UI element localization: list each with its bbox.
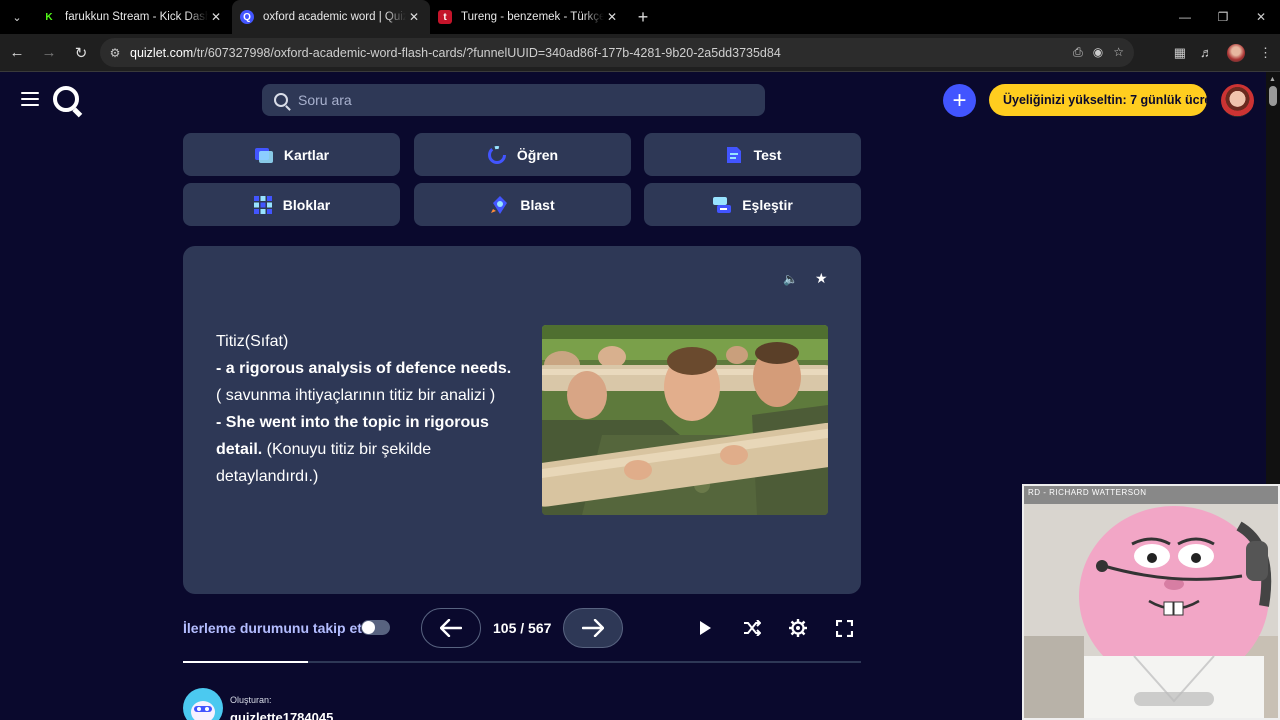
browser-tab-kick[interactable]: K farukkun Stream - Kick Dashboard ✕: [34, 0, 232, 34]
card-image: [542, 325, 828, 515]
upgrade-label: Üyeliğinizi yükseltin: 7 günlük ücretsiz…: [1003, 93, 1207, 107]
kick-favicon-icon: K: [42, 10, 56, 24]
mode-learn-button[interactable]: Öğren: [414, 133, 631, 176]
browser-tab-tureng[interactable]: t Tureng - benzemek - Türkçe İngilizce ✕: [430, 0, 628, 34]
search-bar[interactable]: [262, 84, 765, 116]
card-definition: Titiz(Sıfat) - a rigorous analysis of de…: [216, 328, 516, 490]
media-controls-icon[interactable]: ♬: [1200, 45, 1213, 60]
progress-bar: [183, 661, 861, 663]
card-term-line: Titiz(Sıfat): [216, 333, 289, 350]
mode-label: Test: [753, 146, 782, 163]
upgrade-button[interactable]: Üyeliğinizi yükseltin: 7 günlük ücretsiz…: [989, 84, 1207, 116]
bookmark-star-icon[interactable]: ☆: [1113, 45, 1124, 60]
reload-icon[interactable]: ↻: [66, 38, 96, 68]
previous-card-button[interactable]: [421, 608, 481, 648]
close-tab-icon[interactable]: ✕: [406, 10, 422, 24]
tab-title: oxford academic word | Quizlet: [263, 11, 406, 23]
webcam-caption: RD - RICHARD WATTERSON: [1028, 488, 1147, 497]
settings-button[interactable]: [787, 617, 809, 639]
progress-fill: [183, 661, 309, 663]
fullscreen-icon: [835, 619, 853, 637]
fullscreen-button[interactable]: [833, 617, 855, 639]
site-info-icon[interactable]: ⚙: [100, 46, 130, 60]
browser-toolbar: ← → ↻ ⚙ quizlet.com/tr/607327998/oxford-…: [0, 34, 1280, 72]
speaker-icon[interactable]: 🔈: [783, 272, 798, 286]
close-tab-icon[interactable]: ✕: [208, 10, 224, 24]
learn-icon: [487, 145, 506, 164]
arrow-left-icon: [440, 619, 462, 637]
tureng-favicon-icon: t: [438, 10, 452, 24]
creator-label: Oluşturan:: [230, 695, 272, 705]
card-counter: 105 / 567: [493, 620, 552, 636]
forward-icon[interactable]: →: [34, 38, 64, 68]
new-tab-icon[interactable]: +: [628, 2, 658, 32]
tab-title: farukkun Stream - Kick Dashboard: [65, 11, 208, 23]
quizlet-logo-icon[interactable]: [53, 86, 79, 112]
gear-icon: [789, 619, 807, 637]
next-card-button[interactable]: [563, 608, 623, 648]
flashcard[interactable]: 🔈 ★ Titiz(Sıfat) - a rigorous analysis o…: [183, 246, 861, 594]
scroll-up-icon[interactable]: ▲: [1269, 76, 1276, 83]
quizlet-favicon-icon: Q: [240, 10, 254, 24]
blast-icon: [491, 195, 508, 214]
track-progress-toggle[interactable]: [361, 620, 390, 635]
creator-avatar[interactable]: [183, 688, 223, 720]
mode-label: Öğren: [516, 146, 559, 163]
window-controls: — ❐ ✕: [1166, 0, 1280, 34]
creator-name[interactable]: quizlette1784045: [230, 710, 333, 720]
user-avatar[interactable]: [1221, 84, 1254, 117]
shuffle-button[interactable]: [741, 617, 763, 639]
play-icon: [700, 621, 711, 635]
mode-match-button[interactable]: Eşleştir: [644, 183, 861, 226]
mode-test-button[interactable]: Test: [644, 133, 861, 176]
restore-icon[interactable]: ❐: [1204, 0, 1242, 34]
back-icon[interactable]: ←: [2, 38, 32, 68]
search-icon: [274, 93, 288, 107]
extensions-icon[interactable]: ▦: [1174, 45, 1186, 61]
browser-menu-icon[interactable]: ⋮: [1259, 45, 1272, 61]
shuffle-icon: [744, 620, 761, 636]
minimize-icon[interactable]: —: [1166, 0, 1204, 34]
arrow-right-icon: [582, 619, 604, 637]
install-app-icon[interactable]: ⎙: [1073, 45, 1083, 60]
mode-blocks-button[interactable]: Bloklar: [183, 183, 400, 226]
mode-label: Kartlar: [283, 146, 330, 163]
mode-label: Bloklar: [282, 196, 331, 213]
test-icon: [726, 146, 741, 163]
tab-search-icon[interactable]: ⌄: [0, 0, 34, 34]
mode-blast-button[interactable]: Blast: [414, 183, 631, 226]
close-tab-icon[interactable]: ✕: [604, 10, 620, 24]
hamburger-menu-icon[interactable]: [21, 92, 39, 106]
mode-label: Blast: [520, 196, 555, 213]
mode-label: Eşleştir: [742, 196, 793, 213]
card-example-1: - a rigorous analysis of defence needs.: [216, 360, 512, 377]
close-window-icon[interactable]: ✕: [1242, 0, 1280, 34]
tab-title: Tureng - benzemek - Türkçe İngilizce: [461, 11, 604, 23]
card-translation-1: ( savunma ihtiyaçlarının titiz bir anali…: [216, 387, 496, 404]
star-icon[interactable]: ★: [815, 270, 828, 287]
url-path: /tr/607327998/oxford-academic-word-flash…: [193, 45, 781, 60]
url-host: quizlet.com: [130, 45, 194, 60]
profile-avatar-icon[interactable]: [1227, 43, 1245, 62]
mode-flashcards-button[interactable]: Kartlar: [183, 133, 400, 176]
tracking-protection-icon[interactable]: ◉: [1093, 45, 1103, 60]
flashcards-icon: [254, 147, 273, 163]
match-icon: [713, 196, 732, 213]
plus-icon: +: [952, 86, 967, 114]
webcam-overlay: RD - RICHARD WATTERSON: [1022, 484, 1280, 720]
blocks-icon: [253, 195, 272, 214]
address-bar[interactable]: ⚙ quizlet.com/tr/607327998/oxford-academ…: [100, 38, 1134, 67]
browser-tab-strip: ⌄ K farukkun Stream - Kick Dashboard ✕ Q…: [0, 0, 1280, 34]
browser-tab-quizlet[interactable]: Q oxford academic word | Quizlet ✕: [232, 0, 430, 34]
autoplay-button[interactable]: [694, 617, 716, 639]
scrollbar-thumb[interactable]: [1269, 86, 1277, 106]
track-progress-label: İlerleme durumunu takip et: [183, 620, 362, 636]
create-button[interactable]: +: [943, 84, 976, 117]
search-input[interactable]: [298, 92, 698, 108]
